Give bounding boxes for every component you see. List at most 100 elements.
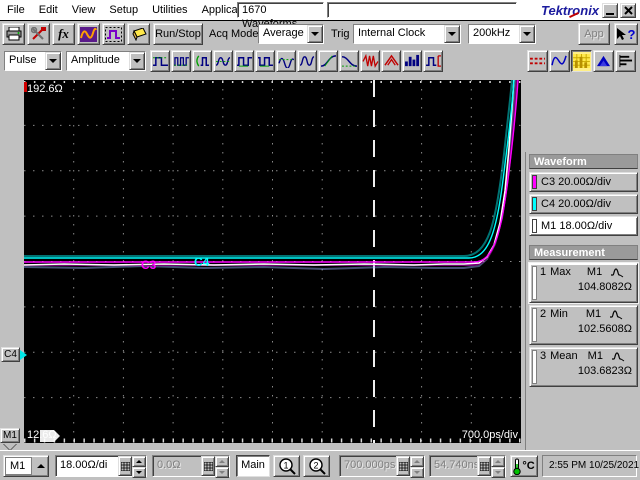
zoom-2-button[interactable]: 2: [303, 455, 330, 477]
vertical-scale-spinner[interactable]: [132, 456, 146, 478]
clear-data-button[interactable]: [127, 23, 150, 45]
cursors-button[interactable]: [527, 50, 548, 72]
trace-label-c3[interactable]: C3: [141, 258, 157, 272]
help-question-icon: ?: [627, 26, 636, 42]
spin-down-button: [215, 467, 229, 478]
keypad-button[interactable]: [477, 456, 491, 476]
histogram-mode-button[interactable]: [571, 50, 592, 72]
select-waveform-button[interactable]: [102, 23, 125, 45]
graticule: 192.6Ω 12.6Ω 700.0ps/div C3 C4: [23, 78, 521, 443]
spin-down-icon: [219, 471, 225, 477]
zoom-1-button[interactable]: 1: [273, 455, 300, 477]
measurement-panel-header: Measurement: [529, 245, 638, 260]
meas-falltime-button[interactable]: [339, 50, 359, 72]
trig-label: Trig: [331, 28, 350, 40]
pulse-meas-icon: [611, 352, 625, 362]
meas-frequency-button[interactable]: [276, 50, 296, 72]
measurement-toolbar: Pulse Amplitude: [0, 47, 640, 76]
close-button[interactable]: [620, 3, 636, 18]
meas-bitrate-button[interactable]: [402, 50, 422, 72]
meas-high-button[interactable]: [150, 50, 170, 72]
measure-type-value: Amplitude: [67, 52, 129, 70]
waveform-database-button[interactable]: [77, 23, 100, 45]
horizontal-position-spinner: [410, 456, 424, 478]
keypad-button[interactable]: [201, 456, 215, 476]
meas-gated-button[interactable]: [423, 50, 443, 72]
waveform-display-button[interactable]: [549, 50, 570, 72]
trace-label-c4[interactable]: C4: [194, 255, 210, 269]
waveform-button-c3[interactable]: C3 20.00Ω/div: [529, 172, 638, 192]
meas-cycle-button[interactable]: [297, 50, 317, 72]
waveform-button-m1[interactable]: M1 18.00Ω/div: [529, 216, 638, 236]
menu-edit[interactable]: Edit: [32, 0, 65, 20]
measure-category-select[interactable]: Pulse: [4, 51, 62, 71]
waveform-icon: [80, 26, 97, 42]
record-duration-value: 54.740ns: [434, 459, 477, 471]
measurement-button-max[interactable]: 1 Max M1 104.8082Ω: [529, 263, 638, 303]
waveform-c4-label: C4 20.00Ω/div: [541, 198, 611, 210]
measure-category-dropdown-arrow[interactable]: [45, 52, 61, 70]
meas-amplitude-button[interactable]: [192, 50, 212, 72]
math-fx-button[interactable]: fx: [52, 23, 75, 45]
triangle-mask-icon: [596, 55, 611, 67]
meas-risetime-button[interactable]: [318, 50, 338, 72]
trace-selector[interactable]: M1: [3, 455, 49, 477]
m1-color-swatch: [532, 219, 537, 233]
meas-mid-button[interactable]: [213, 50, 233, 72]
temperature-button[interactable]: °C: [510, 455, 538, 477]
meas-burst-button[interactable]: [360, 50, 380, 72]
c4-reference-marker[interactable]: C4: [1, 347, 32, 362]
menu-setup[interactable]: Setup: [102, 0, 145, 20]
meas-width-button[interactable]: [255, 50, 275, 72]
trig-source-dropdown-arrow[interactable]: [444, 25, 460, 43]
tektronix-logo: Tektronix: [541, 3, 600, 18]
trace-selector-open-arrow[interactable]: [33, 456, 48, 476]
chevron-down-icon: [311, 32, 319, 40]
meas-period-button[interactable]: [234, 50, 254, 72]
spin-down-button[interactable]: [132, 467, 146, 478]
trig-frequency-dropdown-arrow[interactable]: [519, 25, 535, 43]
min-name: Min: [550, 308, 568, 320]
chevron-down-icon: [49, 59, 57, 67]
waveform-button-c4[interactable]: C4 20.00Ω/div: [529, 194, 638, 214]
record-duration-spinner: [491, 456, 505, 478]
measurement-button-mean[interactable]: 3 Mean M1 103.6823Ω: [529, 347, 638, 387]
tools-button[interactable]: [27, 23, 50, 45]
fx-icon: fx: [58, 26, 69, 41]
keypad-button[interactable]: [396, 456, 410, 476]
main-view-button[interactable]: Main: [236, 455, 270, 477]
menu-file[interactable]: File: [0, 0, 32, 20]
spin-down-icon: [495, 471, 501, 477]
measure-type-dropdown-arrow[interactable]: [129, 52, 145, 70]
max-source: M1: [586, 266, 603, 278]
waveform-counter: 1670 Waveforms: [237, 2, 324, 30]
acq-mode-select[interactable]: Average: [258, 24, 324, 44]
menu-utilities[interactable]: Utilities: [145, 0, 194, 20]
meas-burst2-icon: [383, 54, 399, 66]
minimize-button[interactable]: [602, 3, 618, 18]
vertical-histogram-button[interactable]: [615, 50, 636, 72]
mask-test-button[interactable]: [593, 50, 614, 72]
keypad-button[interactable]: [118, 456, 132, 476]
print-button[interactable]: [2, 23, 25, 45]
measurement-button-min[interactable]: 2 Min M1 102.5608Ω: [529, 305, 638, 345]
spin-up-button: [215, 456, 229, 467]
context-help-button[interactable]: ?: [614, 23, 638, 45]
spin-up-button[interactable]: [132, 456, 146, 467]
close-icon: [623, 6, 633, 15]
meas-burst2-button[interactable]: [381, 50, 401, 72]
meas-bitrate-icon: [404, 54, 419, 67]
meas-risetime-icon: [320, 55, 336, 67]
run-stop-button[interactable]: Run/Stop: [153, 23, 203, 45]
vertical-scale-field[interactable]: 18.00Ω/di: [55, 455, 147, 478]
trig-frequency-select[interactable]: 200kHz: [468, 24, 536, 44]
measure-type-select[interactable]: Amplitude: [66, 51, 146, 71]
vertical-histogram-icon: [619, 54, 633, 68]
trig-source-select[interactable]: Internal Clock: [353, 24, 461, 44]
acq-mode-dropdown-arrow[interactable]: [307, 25, 323, 43]
oscilloscope-app-window: File Edit View Setup Utilities Applicati…: [0, 0, 640, 480]
mean-source-color: [532, 350, 537, 384]
app-button: App: [578, 23, 610, 45]
meas-low-button[interactable]: [171, 50, 191, 72]
menu-view[interactable]: View: [65, 0, 103, 20]
